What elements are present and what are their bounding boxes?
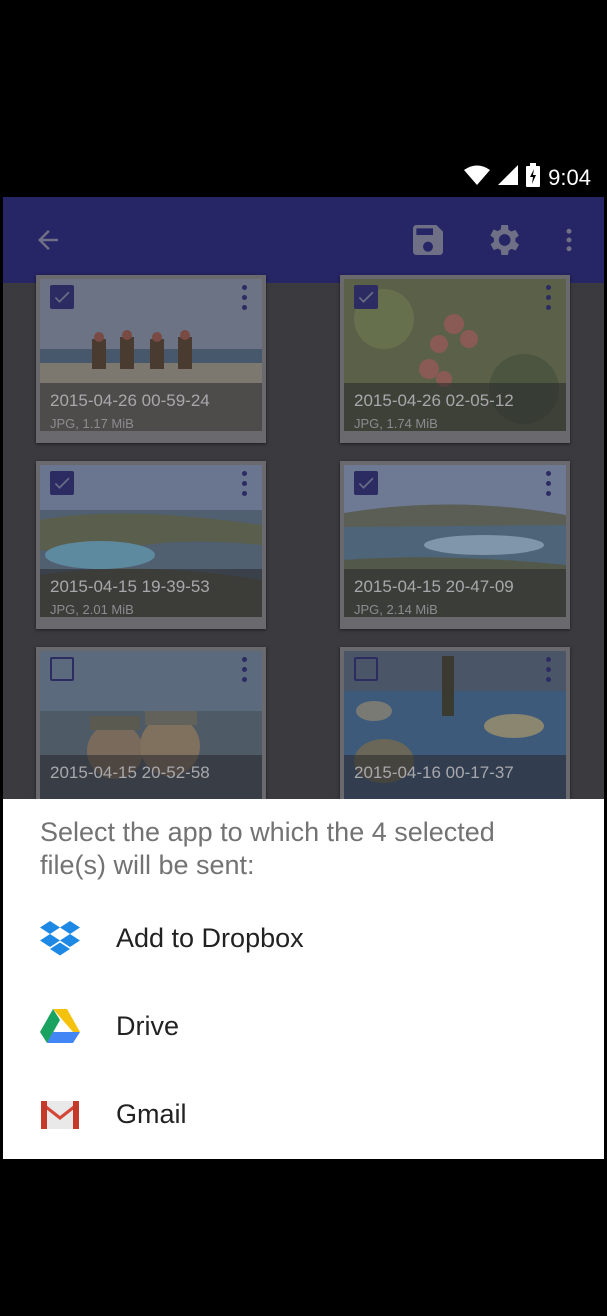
battery-charging-icon [526, 163, 541, 192]
share-option-label: Add to Dropbox [116, 923, 304, 953]
photo-grid: 2015-04-26 00-59-24 JPG, 1.17 MiB 2015-0… [3, 275, 604, 815]
signal-icon [498, 165, 519, 190]
google-drive-icon [39, 1005, 81, 1047]
photo-info: JPG, 2.01 MiB [50, 602, 134, 617]
back-button[interactable] [25, 217, 71, 263]
toolbar [3, 197, 604, 283]
share-option-label: Drive [116, 1011, 180, 1041]
share-option-dropbox[interactable]: Add to Dropbox [3, 899, 604, 979]
photo-card[interactable]: 2015-04-15 20-47-09 JPG, 2.14 MiB [340, 461, 570, 629]
photo-menu-icon[interactable] [546, 471, 552, 497]
status-time: 9:04 [548, 164, 591, 190]
arrow-back-icon [38, 230, 58, 250]
photo-card[interactable]: 2015-04-15 19-39-53 JPG, 2.01 MiB [36, 461, 266, 629]
photo-info: JPG, 2.14 MiB [354, 602, 438, 617]
checkmark-icon [54, 477, 70, 489]
save-button[interactable] [405, 217, 451, 263]
status-bar: 9:04 [0, 155, 607, 197]
photo-menu-icon[interactable] [242, 285, 248, 311]
settings-button[interactable] [480, 217, 526, 263]
status-icons: 9:04 [464, 163, 591, 192]
photo-menu-icon[interactable] [546, 657, 552, 683]
gear-icon [490, 225, 519, 255]
photo-info: JPG, 1.74 MiB [354, 416, 438, 431]
photo-checkbox[interactable] [354, 657, 378, 681]
photo-info: JPG, 1.17 MiB [50, 416, 134, 431]
share-option-drive[interactable]: Drive [3, 987, 604, 1067]
more-vert-icon [566, 228, 572, 252]
photo-date: 2015-04-26 02-05-12 [354, 391, 514, 410]
overflow-menu-button[interactable] [546, 217, 592, 263]
checkmark-icon [54, 291, 70, 303]
photo-date: 2015-04-16 00-17-37 [354, 763, 514, 782]
photo-card[interactable]: 2015-04-26 02-05-12 JPG, 1.74 MiB [340, 275, 570, 443]
photo-menu-icon[interactable] [546, 285, 552, 311]
gmail-icon [39, 1093, 81, 1135]
photo-card[interactable]: 2015-04-16 00-17-37 [340, 647, 570, 815]
photo-date: 2015-04-15 19-39-53 [50, 577, 210, 596]
photo-checkbox[interactable] [50, 471, 74, 495]
share-sheet-title: Select the app to which the 4 selected f… [40, 817, 495, 880]
photo-menu-icon[interactable] [242, 657, 248, 683]
dropbox-icon [39, 917, 81, 959]
checkmark-icon [358, 477, 374, 489]
photo-date: 2015-04-15 20-47-09 [354, 577, 514, 596]
photo-menu-icon[interactable] [242, 471, 248, 497]
share-bottom-sheet: Select the app to which the 4 selected f… [3, 799, 604, 1159]
checkmark-icon [358, 291, 374, 303]
photo-checkbox[interactable] [50, 285, 74, 309]
save-icon [413, 225, 443, 255]
photo-card[interactable]: 2015-04-15 20-52-58 [36, 647, 266, 815]
photo-checkbox[interactable] [354, 471, 378, 495]
app-window: 2015-04-26 00-59-24 JPG, 1.17 MiB 2015-0… [3, 197, 604, 1159]
photo-checkbox[interactable] [354, 285, 378, 309]
photo-date: 2015-04-26 00-59-24 [50, 391, 210, 410]
wifi-icon [464, 165, 491, 190]
photo-checkbox[interactable] [50, 657, 74, 681]
share-option-gmail[interactable]: Gmail [3, 1075, 604, 1155]
phone-screen: 9:04 2015-04-26 00-59-24 JPG, 1.17 MiB 2… [0, 0, 607, 1316]
photo-date: 2015-04-15 20-52-58 [50, 763, 210, 782]
photo-card[interactable]: 2015-04-26 00-59-24 JPG, 1.17 MiB [36, 275, 266, 443]
share-option-label: Gmail [116, 1099, 187, 1129]
